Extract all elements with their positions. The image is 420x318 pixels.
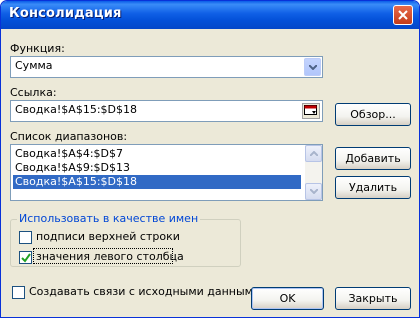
ranges-scrollbar[interactable]	[305, 145, 322, 200]
checkmark-icon	[21, 253, 31, 263]
chevron-down-icon	[310, 189, 318, 194]
close-button[interactable]: Закрыть	[335, 287, 411, 310]
close-icon	[398, 10, 408, 20]
scroll-down-button[interactable]	[305, 183, 322, 200]
chevron-down-icon	[309, 65, 317, 70]
list-item-selected[interactable]: Сводка!$A$15:$D$18	[13, 175, 301, 189]
title-bar[interactable]: Консолидация	[1, 1, 419, 29]
top-row-label[interactable]: подписи верхней строки	[36, 230, 180, 243]
left-column-label[interactable]: значения левого столбца	[36, 250, 184, 263]
close-window-button[interactable]	[393, 5, 413, 25]
ranges-label: Список диапазонов:	[10, 130, 128, 143]
top-row-checkbox[interactable]	[19, 231, 32, 244]
create-links-checkbox[interactable]	[12, 286, 25, 299]
function-label: Функция:	[10, 42, 65, 55]
left-column-checkbox[interactable]	[19, 251, 32, 264]
scroll-up-button[interactable]	[305, 145, 322, 162]
list-item[interactable]: Сводка!$A$9:$D$13	[13, 161, 130, 175]
collapse-dialog-icon	[304, 105, 317, 115]
add-button[interactable]: Добавить	[335, 147, 411, 170]
create-links-label[interactable]: Создавать связи с исходными данными	[29, 285, 260, 298]
function-value: Сумма	[15, 59, 53, 72]
chevron-up-icon	[310, 151, 318, 156]
reference-value: Сводка!$A$15:$D$18	[15, 103, 137, 116]
use-labels-title: Использовать в качестве имен	[17, 212, 201, 225]
list-item[interactable]: Сводка!$A$4:$D$7	[13, 147, 123, 161]
function-select[interactable]: Сумма	[10, 56, 323, 78]
window-title: Консолидация	[9, 6, 122, 21]
reference-input[interactable]: Сводка!$A$15:$D$18	[10, 100, 323, 122]
browse-button[interactable]: Обзор...	[335, 103, 411, 126]
reference-label: Ссылка:	[10, 86, 57, 99]
consolidation-dialog: Консолидация Функция: Сумма Ссылка: Свод…	[0, 0, 420, 318]
delete-button[interactable]: Удалить	[335, 176, 411, 199]
ranges-list[interactable]: Сводка!$A$4:$D$7 Сводка!$A$9:$D$13 Сводк…	[10, 144, 323, 201]
function-dropdown-button[interactable]	[304, 58, 321, 76]
use-labels-group: Использовать в качестве имен подписи вер…	[10, 212, 241, 267]
collapse-dialog-button[interactable]	[302, 103, 320, 119]
ok-button[interactable]: OK	[251, 287, 324, 310]
